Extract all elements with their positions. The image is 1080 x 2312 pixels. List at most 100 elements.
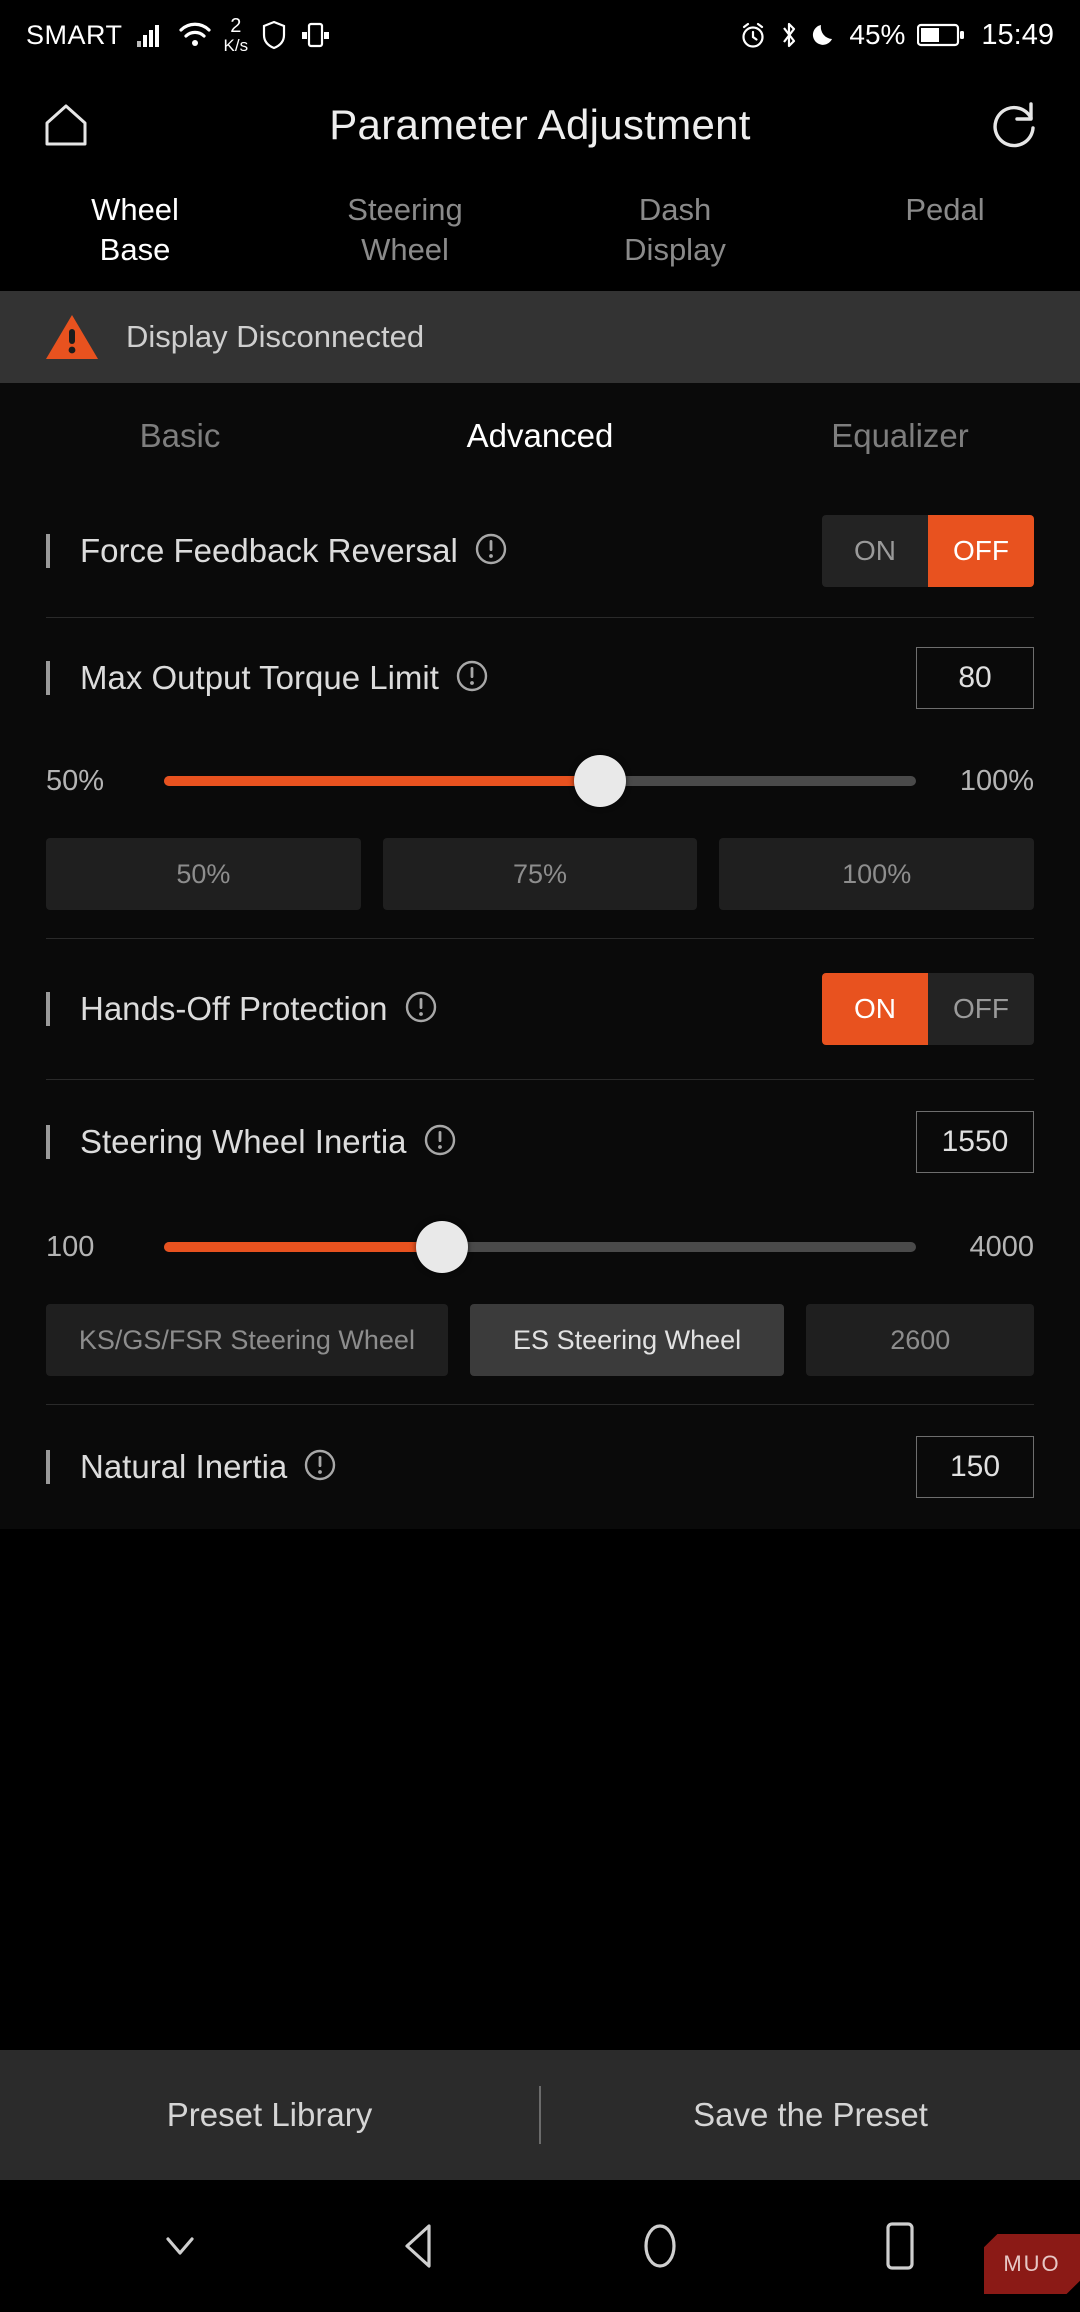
tab-wheel-base-line1: Wheel	[91, 192, 179, 227]
max-output-torque-limit-slider-row: 50% 100%	[46, 738, 1034, 824]
steering-wheel-inertia-presets: KS/GS/FSR Steering Wheel ES Steering Whe…	[46, 1290, 1035, 1404]
steering-wheel-inertia-slider-row: 100 4000	[46, 1204, 1034, 1290]
recents-square-icon[interactable]	[845, 2191, 955, 2301]
bottom-action-bar: Preset Library Save the Preset	[0, 2050, 1080, 2180]
do-not-disturb-icon	[811, 21, 837, 49]
main-tab-bar: Wheel Base Steering Wheel Dash Display P…	[0, 180, 1080, 292]
chevron-down-icon[interactable]	[125, 2191, 235, 2301]
reset-icon[interactable]	[982, 93, 1046, 157]
subtab-advanced[interactable]: Advanced	[360, 417, 720, 455]
setting-max-output-torque-limit: Max Output Torque Limit 80 50% 100% 50% …	[0, 618, 1080, 938]
subtab-basic[interactable]: Basic	[0, 417, 360, 455]
home-circle-icon[interactable]	[605, 2191, 715, 2301]
hands-off-protection-on-option[interactable]: ON	[822, 973, 928, 1046]
setting-hands-off-protection: Hands-Off Protection ON OFF	[0, 939, 1080, 1079]
natural-inertia-label-group: Natural Inertia	[46, 1448, 916, 1487]
inertia-preset-2600[interactable]: 2600	[806, 1304, 1035, 1377]
max-output-torque-limit-label-group: Max Output Torque Limit	[46, 659, 916, 698]
accent-bar	[46, 1125, 50, 1160]
tab-pedal[interactable]: Pedal	[810, 190, 1080, 269]
steering-wheel-inertia-min-label: 100	[46, 1230, 95, 1263]
accent-bar	[46, 992, 50, 1027]
hands-off-protection-toggle[interactable]: ON OFF	[822, 973, 1034, 1046]
bluetooth-icon	[779, 20, 799, 50]
network-speed-indicator: 2 K/s	[224, 16, 249, 54]
setting-natural-inertia: Natural Inertia 150	[0, 1405, 1080, 1529]
network-speed-value: 2	[230, 15, 242, 37]
tab-dash-display-line1: Dash	[638, 192, 712, 227]
info-icon[interactable]	[474, 532, 508, 571]
tab-dash-display[interactable]: Dash Display	[540, 190, 810, 269]
steering-wheel-inertia-value[interactable]: 1550	[916, 1111, 1034, 1174]
wifi-icon	[178, 22, 211, 48]
status-bar-right: 45% 15:49	[739, 19, 1054, 52]
system-navigation-bar: MUO	[0, 2180, 1080, 2312]
force-feedback-reversal-label-group: Force Feedback Reversal	[46, 532, 822, 571]
max-output-torque-limit-presets: 50% 75% 100%	[46, 824, 1035, 938]
signal-icon	[136, 22, 166, 48]
info-icon[interactable]	[303, 1448, 337, 1487]
preset-library-button[interactable]: Preset Library	[0, 2096, 539, 2134]
steering-wheel-inertia-slider[interactable]	[164, 1221, 916, 1274]
info-icon[interactable]	[404, 990, 438, 1029]
alarm-icon	[739, 21, 767, 49]
max-output-torque-limit-max-label: 100%	[959, 764, 1034, 797]
steering-wheel-inertia-max-label: 4000	[969, 1230, 1034, 1263]
hands-off-protection-off-option[interactable]: OFF	[928, 973, 1034, 1046]
subtab-equalizer[interactable]: Equalizer	[720, 417, 1080, 455]
natural-inertia-label: Natural Inertia	[80, 1448, 288, 1486]
steering-wheel-inertia-label: Steering Wheel Inertia	[80, 1123, 407, 1161]
torque-preset-75[interactable]: 75%	[382, 838, 698, 911]
home-icon[interactable]	[34, 93, 98, 157]
inertia-preset-es[interactable]: ES Steering Wheel	[469, 1304, 785, 1377]
max-output-torque-limit-label: Max Output Torque Limit	[80, 659, 439, 697]
steering-wheel-inertia-label-group: Steering Wheel Inertia	[46, 1123, 916, 1162]
accent-bar	[46, 1450, 50, 1485]
inertia-preset-ks-gs-fsr[interactable]: KS/GS/FSR Steering Wheel	[46, 1304, 448, 1377]
tab-pedal-line1: Pedal	[905, 192, 985, 227]
tab-steering-wheel[interactable]: Steering Wheel	[270, 190, 540, 269]
max-output-torque-limit-value[interactable]: 80	[916, 647, 1034, 710]
warning-banner: Display Disconnected	[0, 291, 1080, 384]
info-icon[interactable]	[423, 1123, 457, 1162]
force-feedback-reversal-toggle[interactable]: ON OFF	[822, 515, 1034, 588]
multi-window-icon	[300, 20, 330, 50]
status-bar-left: SMART 2 K/s	[26, 16, 330, 54]
max-output-torque-limit-slider[interactable]	[164, 755, 916, 808]
setting-steering-wheel-inertia: Steering Wheel Inertia 1550 100 4000 KS/…	[0, 1080, 1080, 1404]
shield-icon	[261, 20, 287, 50]
natural-inertia-value[interactable]: 150	[916, 1436, 1034, 1499]
force-feedback-reversal-label: Force Feedback Reversal	[80, 532, 458, 570]
slider-thumb[interactable]	[574, 755, 627, 808]
clock-label: 15:49	[981, 18, 1054, 51]
app-header: Parameter Adjustment	[0, 70, 1080, 180]
carrier-label: SMART	[26, 19, 123, 50]
tab-dash-display-line2: Display	[624, 231, 726, 267]
settings-list: Force Feedback Reversal ON OFF Max Outpu…	[0, 485, 1080, 1530]
battery-percent-label: 45%	[849, 19, 906, 50]
max-output-torque-limit-min-label: 50%	[46, 764, 105, 797]
tab-wheel-base[interactable]: Wheel Base	[0, 190, 270, 269]
back-icon[interactable]	[365, 2191, 475, 2301]
warning-text: Display Disconnected	[126, 319, 425, 355]
status-bar: SMART 2 K/s 45% 15:49	[0, 0, 1080, 70]
slider-fill	[164, 776, 601, 787]
force-feedback-reversal-off-option[interactable]: OFF	[928, 515, 1034, 588]
network-speed-unit: K/s	[223, 36, 249, 55]
save-preset-button[interactable]: Save the Preset	[541, 2096, 1080, 2134]
hands-off-protection-label-group: Hands-Off Protection	[46, 990, 822, 1029]
page-title: Parameter Adjustment	[329, 101, 751, 148]
tab-steering-wheel-line2: Wheel	[361, 231, 449, 267]
tab-wheel-base-line2: Base	[99, 231, 171, 267]
accent-bar	[46, 534, 50, 569]
accent-bar	[46, 661, 50, 696]
sub-tab-bar: Basic Advanced Equalizer	[0, 383, 1080, 486]
slider-fill	[164, 1242, 443, 1253]
setting-force-feedback-reversal: Force Feedback Reversal ON OFF	[0, 485, 1080, 617]
torque-preset-100[interactable]: 100%	[719, 838, 1035, 911]
slider-thumb[interactable]	[416, 1221, 469, 1274]
force-feedback-reversal-on-option[interactable]: ON	[822, 515, 928, 588]
info-icon[interactable]	[455, 659, 489, 698]
battery-icon	[917, 22, 965, 48]
torque-preset-50[interactable]: 50%	[46, 838, 361, 911]
